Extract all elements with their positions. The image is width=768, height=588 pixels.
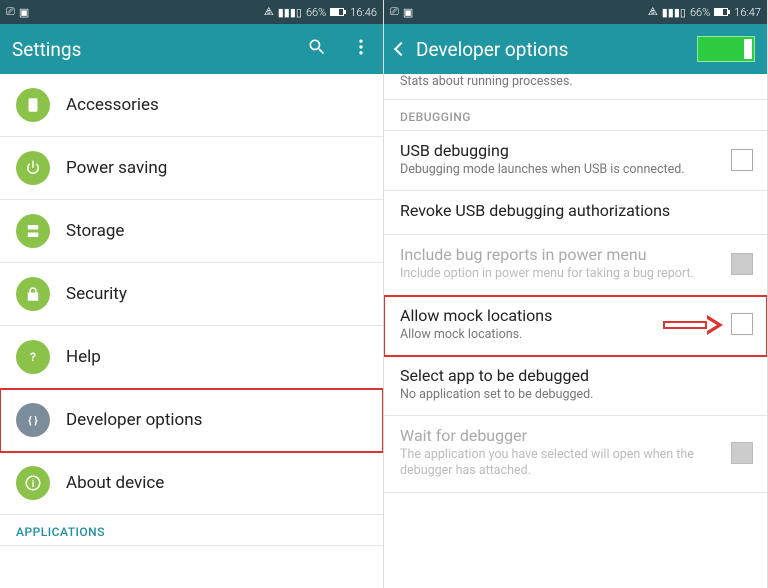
clock: 16:47 — [734, 6, 761, 19]
wifi-icon: ⧌ — [648, 5, 658, 19]
more-icon[interactable] — [351, 37, 371, 62]
notification-icon: ▣ — [403, 6, 413, 19]
settings-item-label: Power saving — [66, 158, 167, 178]
wifi-icon: ⧌ — [264, 5, 274, 19]
status-bar: ⎚ ▣ ⧌ ▮▮▮▯ 66% 16:46 — [0, 0, 383, 24]
settings-screen: ⎚ ▣ ⧌ ▮▮▮▯ 66% 16:46 Settings Accessorie… — [0, 0, 384, 588]
clock: 16:46 — [350, 6, 377, 19]
settings-item-about-device[interactable]: i About device — [0, 452, 383, 515]
help-icon: ? — [16, 340, 50, 374]
checkbox — [731, 442, 753, 464]
settings-item-storage[interactable]: Storage — [0, 200, 383, 263]
option-title: Include bug reports in power menu — [400, 245, 721, 264]
svg-text:i: i — [32, 479, 35, 490]
back-icon[interactable] — [394, 42, 408, 56]
developer-options-screen: ⎚ ▣ ⧌ ▮▮▮▯ 66% 16:47 Developer options S… — [384, 0, 768, 588]
search-icon[interactable] — [307, 37, 327, 62]
option-select-debug-app[interactable]: Select app to be debugged No application… — [384, 356, 767, 416]
checkbox[interactable] — [731, 313, 753, 335]
svg-text:?: ? — [30, 350, 36, 364]
settings-item-label: Storage — [66, 221, 124, 241]
status-bar: ⎚ ▣ ⧌ ▮▮▮▯ 66% 16:47 — [384, 0, 767, 24]
option-subtitle: The application you have selected will o… — [400, 447, 721, 480]
settings-list: Accessories Power saving Storage Securit… — [0, 74, 383, 588]
option-subtitle: No application set to be debugged. — [400, 387, 753, 403]
storage-icon — [16, 214, 50, 248]
section-header-applications: APPLICATIONS — [0, 515, 383, 546]
option-bug-reports-menu: Include bug reports in power menu Includ… — [384, 235, 767, 295]
app-bar: Developer options — [384, 24, 767, 74]
battery-icon — [714, 8, 728, 16]
checkbox — [731, 253, 753, 275]
notification-icon: ⎚ — [390, 5, 399, 19]
option-title: Allow mock locations — [400, 306, 721, 325]
option-subtitle: Allow mock locations. — [400, 327, 721, 343]
option-title: Wait for debugger — [400, 426, 721, 445]
settings-item-power-saving[interactable]: Power saving — [0, 137, 383, 200]
page-title: Settings — [12, 38, 81, 61]
app-bar: Settings — [0, 24, 383, 74]
developer-options-master-toggle[interactable] — [697, 36, 755, 62]
settings-item-security[interactable]: Security — [0, 263, 383, 326]
option-title: Select app to be debugged — [400, 366, 753, 385]
lock-icon — [16, 277, 50, 311]
option-revoke-usb-auth[interactable]: Revoke USB debugging authorizations — [384, 191, 767, 235]
settings-item-help[interactable]: ? Help — [0, 326, 383, 389]
settings-item-label: Help — [66, 347, 101, 367]
checkbox[interactable] — [731, 149, 753, 171]
option-process-stats[interactable]: Stats about running processes. — [384, 74, 767, 100]
signal-icon: ▮▮▮▯ — [662, 6, 686, 19]
braces-icon: { } — [16, 403, 50, 437]
option-title: Revoke USB debugging authorizations — [400, 201, 753, 220]
notification-icon: ⎚ — [6, 5, 15, 19]
option-title: USB debugging — [400, 141, 721, 160]
option-allow-mock-locations[interactable]: Allow mock locations Allow mock location… — [384, 296, 767, 356]
battery-percent: 66% — [306, 6, 326, 19]
battery-icon — [330, 8, 344, 16]
tablet-icon — [16, 88, 50, 122]
settings-item-label: Developer options — [66, 410, 202, 430]
settings-item-label: Accessories — [66, 95, 159, 115]
signal-icon: ▮▮▮▯ — [278, 6, 302, 19]
option-subtitle: Stats about running processes. — [400, 74, 751, 89]
info-icon: i — [16, 466, 50, 500]
settings-item-developer-options[interactable]: { } Developer options — [0, 389, 383, 452]
settings-item-label: About device — [66, 473, 164, 493]
battery-percent: 66% — [690, 6, 710, 19]
settings-item-accessories[interactable]: Accessories — [0, 74, 383, 137]
settings-item-label: Security — [66, 284, 127, 304]
option-wait-for-debugger: Wait for debugger The application you ha… — [384, 416, 767, 493]
option-subtitle: Debugging mode launches when USB is conn… — [400, 162, 721, 178]
notification-icon: ▣ — [19, 6, 29, 19]
option-usb-debugging[interactable]: USB debugging Debugging mode launches wh… — [384, 131, 767, 191]
section-header-debugging: DEBUGGING — [384, 100, 767, 131]
developer-options-list[interactable]: Stats about running processes. DEBUGGING… — [384, 74, 767, 588]
svg-text:{ }: { } — [28, 414, 38, 427]
power-icon — [16, 151, 50, 185]
page-title: Developer options — [416, 38, 568, 61]
option-subtitle: Include option in power menu for taking … — [400, 266, 721, 282]
